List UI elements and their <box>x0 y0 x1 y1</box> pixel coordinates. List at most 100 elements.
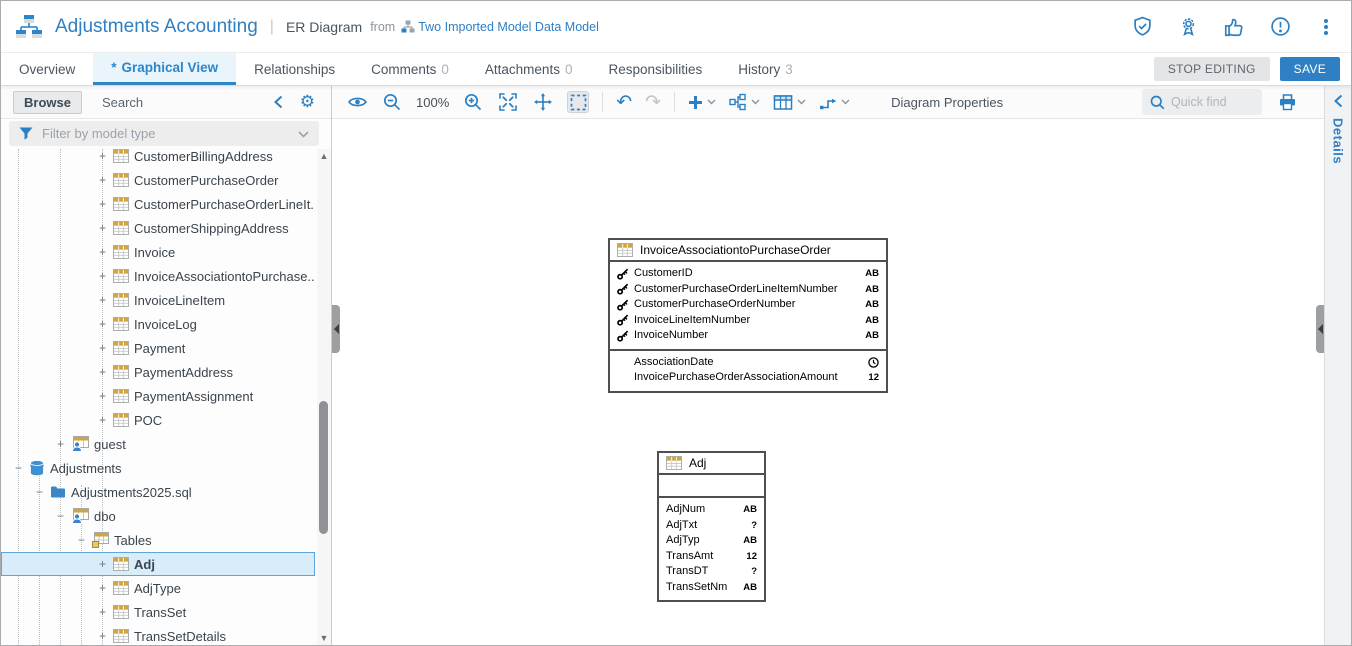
attribute-row-invoicelineitemnumber[interactable]: InvoiceLineItemNumberAB <box>610 313 886 329</box>
entity-adj[interactable]: AdjAdjNumABAdjTxt?AdjTypABTransAmt12Tran… <box>657 451 766 602</box>
tree-expander[interactable]: − <box>76 535 87 546</box>
auto-layout-dropdown[interactable] <box>729 93 760 111</box>
tree-item-adj[interactable]: + Adj <box>1 552 315 576</box>
attribute-row-adjnum[interactable]: AdjNumAB <box>659 502 764 518</box>
table-view-dropdown[interactable] <box>773 94 806 111</box>
sidebar-scrollbar[interactable]: ▲ ▼ <box>317 149 331 645</box>
tree-item-adjustments[interactable]: − Adjustments <box>1 456 315 480</box>
tree-expander[interactable]: − <box>55 511 66 522</box>
zoom-level-value[interactable]: 100% <box>416 95 449 110</box>
tree-item-invoice[interactable]: + Invoice <box>1 240 315 264</box>
tree-expander[interactable]: + <box>97 271 108 282</box>
print-icon[interactable] <box>1276 91 1298 113</box>
scroll-down-arrow[interactable]: ▼ <box>317 631 331 645</box>
tree-item-invoicelog[interactable]: + InvoiceLog <box>1 312 315 336</box>
tree-item-guest[interactable]: + guest <box>1 432 315 456</box>
entity-invoiceassociationtopurchaseorder[interactable]: InvoiceAssociationtoPurchaseOrder Custom… <box>608 238 888 393</box>
marquee-select-icon[interactable] <box>567 91 589 113</box>
tree-item-paymentaddress[interactable]: + PaymentAddress <box>1 360 315 384</box>
tab-responsibilities[interactable]: Responsibilities <box>590 53 720 85</box>
browse-tab-button[interactable]: Browse <box>13 91 82 114</box>
tree-expander[interactable]: + <box>97 559 108 570</box>
search-tab-label[interactable]: Search <box>102 95 143 110</box>
tab-relationships[interactable]: Relationships <box>236 53 353 85</box>
tree-item-customerpurchaseorder[interactable]: + CustomerPurchaseOrder <box>1 168 315 192</box>
collapse-sidebar-chevron-icon[interactable] <box>273 95 284 109</box>
attribute-row-customerid[interactable]: CustomerIDAB <box>610 266 886 282</box>
tree-expander[interactable]: + <box>97 175 108 186</box>
tab-graphical-view[interactable]: * Graphical View <box>93 53 236 85</box>
sidebar-collapse-handle[interactable] <box>332 305 340 353</box>
tree-item-payment[interactable]: + Payment <box>1 336 315 360</box>
tree-item-transset[interactable]: + TransSet <box>1 600 315 624</box>
attribute-row-invoicepurchaseorderassociationamount[interactable]: InvoicePurchaseOrderAssociationAmount12 <box>610 370 886 386</box>
undo-icon[interactable]: ↶ <box>616 93 632 112</box>
add-object-dropdown[interactable] <box>688 95 716 110</box>
attribute-row-customerpurchaseorderlineitemnumber[interactable]: CustomerPurchaseOrderLineItemNumberAB <box>610 282 886 298</box>
attribute-row-transdt[interactable]: TransDT? <box>659 564 764 580</box>
save-button[interactable]: SAVE <box>1280 57 1340 81</box>
tree-expander[interactable]: − <box>13 463 24 474</box>
zoom-out-icon[interactable] <box>381 91 403 113</box>
tree-expander[interactable]: + <box>97 151 108 162</box>
entity-header[interactable]: Adj <box>659 453 764 475</box>
tree-expander[interactable]: − <box>34 487 45 498</box>
tree-expander[interactable]: + <box>97 319 108 330</box>
tree-item-transsetdetails[interactable]: + TransSetDetails <box>1 624 315 645</box>
stop-editing-button[interactable]: STOP EDITING <box>1154 57 1270 81</box>
fit-to-screen-icon[interactable] <box>497 91 519 113</box>
attribute-row-adjtxt[interactable]: AdjTxt? <box>659 518 764 534</box>
tree-expander[interactable]: + <box>97 391 108 402</box>
er-diagram-surface[interactable]: InvoiceAssociationtoPurchaseOrder Custom… <box>332 119 1324 645</box>
details-panel-label[interactable]: Details <box>1331 118 1346 164</box>
relationship-dropdown[interactable] <box>819 94 850 111</box>
expand-details-chevron-icon[interactable] <box>1333 94 1344 108</box>
tab-comments[interactable]: Comments0 <box>353 53 467 85</box>
tree-item-customershippingaddress[interactable]: + CustomerShippingAddress <box>1 216 315 240</box>
tree-item-invoiceassociationtopurchase-[interactable]: + InvoiceAssociationtoPurchase... <box>1 264 315 288</box>
certify-award-icon[interactable] <box>1177 16 1199 38</box>
thumbs-up-icon[interactable] <box>1223 16 1245 38</box>
tree-expander[interactable]: + <box>97 223 108 234</box>
attribute-row-transsetnm[interactable]: TransSetNmAB <box>659 580 764 596</box>
model-link[interactable]: Two Imported Model Data Model <box>418 20 599 34</box>
quick-find-input[interactable] <box>1171 95 1251 109</box>
filter-by-model-type-dropdown[interactable]: Filter by model type <box>9 121 319 146</box>
tree-expander[interactable]: + <box>97 631 108 642</box>
tree-item-paymentassignment[interactable]: + PaymentAssignment <box>1 384 315 408</box>
tree-expander[interactable]: + <box>97 583 108 594</box>
kebab-menu-icon[interactable] <box>1315 16 1337 38</box>
visibility-eye-icon[interactable] <box>346 91 368 113</box>
redo-icon[interactable]: ↷ <box>645 93 661 112</box>
tab-attachments[interactable]: Attachments0 <box>467 53 591 85</box>
tree-expander[interactable]: + <box>97 367 108 378</box>
tree-expander[interactable]: + <box>97 295 108 306</box>
attribute-row-transamt[interactable]: TransAmt12 <box>659 549 764 565</box>
tree-item-adjtype[interactable]: + AdjType <box>1 576 315 600</box>
tree-expander[interactable]: + <box>97 607 108 618</box>
tree-item-tables[interactable]: − Tables <box>1 528 315 552</box>
alert-circle-icon[interactable] <box>1269 16 1291 38</box>
tree-item-dbo[interactable]: − dbo <box>1 504 315 528</box>
attribute-row-invoicenumber[interactable]: InvoiceNumberAB <box>610 328 886 344</box>
tab-overview[interactable]: Overview <box>1 53 93 85</box>
tree-expander[interactable]: + <box>97 415 108 426</box>
tree-item-poc[interactable]: + POC <box>1 408 315 432</box>
diagram-properties-button[interactable]: Diagram Properties <box>891 95 1003 110</box>
attribute-row-associationdate[interactable]: AssociationDate <box>610 355 886 371</box>
zoom-in-icon[interactable] <box>462 91 484 113</box>
attribute-row-customerpurchaseordernumber[interactable]: CustomerPurchaseOrderNumberAB <box>610 297 886 313</box>
tree-expander[interactable]: + <box>97 199 108 210</box>
tree-item-customerpurchaseorderlineit-[interactable]: + CustomerPurchaseOrderLineIt... <box>1 192 315 216</box>
shield-check-icon[interactable] <box>1131 16 1153 38</box>
gear-icon[interactable]: ⚙ <box>300 92 315 112</box>
attribute-row-adjtyp[interactable]: AdjTypAB <box>659 533 764 549</box>
tree-item-adjustments2025-sql[interactable]: − Adjustments2025.sql <box>1 480 315 504</box>
tree-item-customerbillingaddress[interactable]: + CustomerBillingAddress <box>1 149 315 168</box>
pan-move-icon[interactable] <box>532 91 554 113</box>
details-collapse-handle[interactable] <box>1316 305 1324 353</box>
tree-expander[interactable]: + <box>97 343 108 354</box>
tree-expander[interactable]: + <box>55 439 66 450</box>
tree-item-invoicelineitem[interactable]: + InvoiceLineItem <box>1 288 315 312</box>
tab-history[interactable]: History3 <box>720 53 811 85</box>
